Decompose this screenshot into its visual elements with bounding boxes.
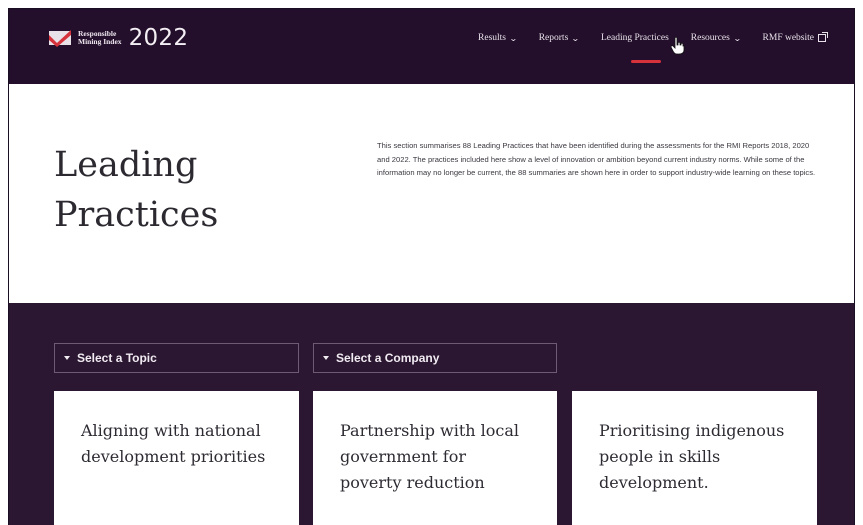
caret-down-icon	[64, 356, 70, 360]
page-description: This section summarises 88 Leading Pract…	[377, 141, 816, 178]
page-title-line-1: Leading	[54, 145, 198, 185]
chevron-down-icon: ⌄	[732, 33, 742, 43]
browser-viewport: Responsible Mining Index 2022 Results ⌄ …	[8, 8, 855, 525]
nav-resources-label: Resources	[690, 33, 730, 43]
site-logo[interactable]: Responsible Mining Index 2022	[49, 25, 188, 51]
nav-leading-practices-label: Leading Practices	[600, 33, 669, 43]
page-title-line-2: Practices	[54, 195, 219, 235]
topic-select-label: Select a Topic	[77, 351, 157, 365]
nav-rmf-website-label: RMF website	[762, 33, 814, 43]
page-title: Leading Practices	[54, 140, 218, 240]
company-select-label: Select a Company	[336, 351, 440, 365]
practice-card[interactable]: Partnership with local government for po…	[313, 391, 557, 525]
practice-card[interactable]: Aligning with national development prior…	[54, 391, 299, 525]
practice-card-title: Partnership with local government for po…	[340, 421, 520, 492]
external-link-icon	[818, 32, 828, 42]
site-header: Responsible Mining Index 2022 Results ⌄ …	[9, 9, 854, 84]
main-nav: Results ⌄ Reports ⌄ Leading Practices Re…	[478, 25, 854, 63]
practices-section: Select a Topic Select a Company Aligning…	[9, 303, 854, 525]
logo-mark-icon	[49, 29, 71, 47]
caret-down-icon	[323, 356, 329, 360]
nav-reports[interactable]: Reports ⌄	[538, 33, 580, 43]
hero-section: Leading Practices This section summarise…	[9, 84, 854, 303]
topic-select[interactable]: Select a Topic	[54, 343, 299, 373]
nav-results[interactable]: Results ⌄	[478, 33, 518, 43]
chevron-down-icon: ⌄	[509, 33, 518, 43]
logo-wordmark: Responsible Mining Index	[78, 29, 122, 47]
logo-year: 2022	[128, 25, 189, 51]
nav-rmf-website[interactable]: RMF website	[762, 32, 828, 43]
nav-reports-label: Reports	[538, 33, 569, 43]
nav-resources[interactable]: Resources ⌄	[690, 33, 742, 43]
active-nav-indicator	[630, 60, 661, 63]
nav-leading-practices[interactable]: Leading Practices	[600, 33, 685, 63]
practice-card-title: Aligning with national development prior…	[81, 421, 266, 466]
hand-cursor-icon	[670, 36, 685, 55]
logo-line-2: Mining Index	[78, 37, 122, 46]
chevron-down-icon: ⌄	[571, 33, 580, 43]
practice-card[interactable]: Prioritising indigenous people in skills…	[572, 391, 817, 525]
company-select[interactable]: Select a Company	[313, 343, 557, 373]
practice-card-title: Prioritising indigenous people in skills…	[599, 421, 785, 492]
nav-results-label: Results	[478, 33, 507, 43]
